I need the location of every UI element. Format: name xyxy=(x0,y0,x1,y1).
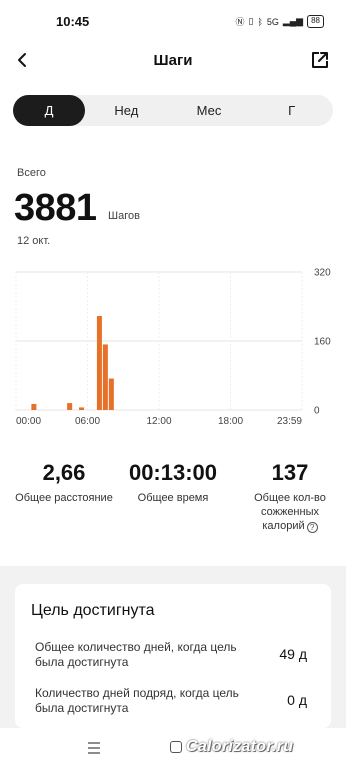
goal-section: Цель достигнута Общее количество дней, к… xyxy=(0,566,346,728)
x-tick-label: 06:00 xyxy=(75,416,100,427)
network-type: 5G xyxy=(266,16,279,27)
chart-bar xyxy=(31,403,37,410)
stats-row: 2,66 Общее расстояние 00:13:00 Общее вре… xyxy=(0,460,346,540)
stat-distance: 2,66 Общее расстояние xyxy=(4,460,124,505)
status-bar: 10:45 Ⓝ ▯ ᛒ 5G ▂▄▆ 88 xyxy=(0,0,346,40)
share-icon xyxy=(312,52,328,68)
goal-row-streak: Количество дней подряд, когда цель была … xyxy=(35,686,307,716)
goal-row-label: Общее количество дней, когда цель была д… xyxy=(35,640,237,669)
signal-icon: ▂▄▆ xyxy=(282,16,304,26)
steps-unit: Шагов xyxy=(108,210,140,222)
vibrate-icon: ▯ xyxy=(248,16,254,26)
y-tick-label: 160 xyxy=(314,337,331,348)
share-button[interactable] xyxy=(306,46,334,74)
watermark: Calorizator.ru xyxy=(186,738,294,755)
chart-bar xyxy=(96,315,102,410)
steps-value: 3881 xyxy=(14,187,97,229)
bluetooth-icon: ᛒ xyxy=(257,16,263,27)
chart-bar xyxy=(79,407,85,410)
distance-label: Общее расстояние xyxy=(15,492,113,504)
x-tick-label: 23:59 xyxy=(277,416,302,427)
status-time: 10:45 xyxy=(56,14,90,29)
y-tick-label: 320 xyxy=(314,268,331,279)
tab-week[interactable]: Нед xyxy=(85,95,168,126)
home-button[interactable] xyxy=(170,741,182,753)
total-label: Всего xyxy=(17,167,46,179)
x-tick-label: 12:00 xyxy=(146,416,171,427)
page-title: Шаги xyxy=(153,52,193,69)
y-tick-label: 0 xyxy=(314,406,320,417)
calories-label-wrap: Общее кол-во сожженных калорий? xyxy=(240,491,340,533)
status-icons: Ⓝ ▯ ᛒ 5G ▂▄▆ 88 xyxy=(235,15,324,28)
menu-icon[interactable] xyxy=(86,740,102,756)
time-value: 00:13:00 xyxy=(128,460,218,485)
date-label: 12 окт. xyxy=(17,235,51,247)
tab-day[interactable]: Д xyxy=(13,95,85,126)
chart-bar xyxy=(108,378,114,410)
header: Шаги xyxy=(0,42,346,78)
calories-value: 137 xyxy=(271,460,309,485)
x-tick-label: 18:00 xyxy=(218,416,243,427)
goal-row-value: 0 д xyxy=(287,692,307,708)
goal-row-total: Общее количество дней, когда цель была д… xyxy=(35,640,307,670)
help-icon[interactable]: ? xyxy=(306,522,318,533)
chart-bar xyxy=(67,403,73,410)
goal-row-value: 49 д xyxy=(279,646,307,662)
tab-year[interactable]: Г xyxy=(250,95,333,126)
goal-title: Цель достигнута xyxy=(31,602,155,619)
goal-card: Цель достигнута Общее количество дней, к… xyxy=(15,584,331,728)
system-nav-bar xyxy=(0,728,346,768)
x-tick-label: 00:00 xyxy=(16,416,41,427)
stat-time: 00:13:00 Общее время xyxy=(118,460,228,505)
distance-value: 2,66 xyxy=(42,460,86,485)
period-selector: Д Нед Мес Г xyxy=(13,95,333,126)
tab-month[interactable]: Мес xyxy=(168,95,251,126)
goal-row-label: Количество дней подряд, когда цель была … xyxy=(35,686,239,715)
chart-bar xyxy=(102,344,108,410)
time-label: Общее время xyxy=(137,492,209,504)
stat-calories: 137 Общее кол-во сожженных калорий? xyxy=(240,460,340,533)
nfc-icon: Ⓝ xyxy=(235,17,245,27)
steps-chart: 320 160 0 00:00 06:00 12:00 18:00 23:59 xyxy=(15,268,331,427)
battery-icon: 88 xyxy=(307,15,324,28)
